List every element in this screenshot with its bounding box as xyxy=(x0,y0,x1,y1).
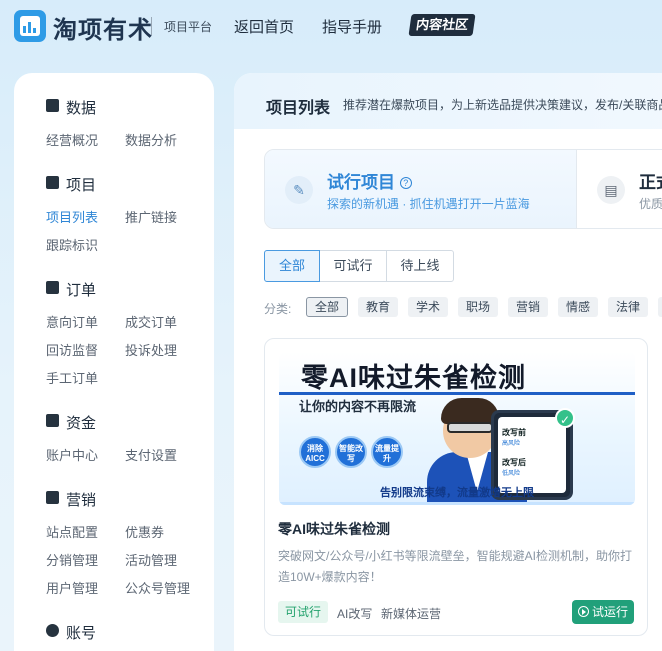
category-workplace[interactable]: 职场 xyxy=(458,297,499,317)
page-description: 推荐潜在爆款项目，为上新选品提供决策建议，发布/关联商品 xyxy=(343,98,662,112)
nav-guide-link[interactable]: 指导手册 xyxy=(322,16,382,37)
help-icon[interactable]: ? xyxy=(399,177,412,189)
sidebar-section-title: 项目 xyxy=(66,177,97,194)
phone-before-sub: 高风险 xyxy=(502,441,521,447)
phone-screen: 改写前 高风险 改写后 低风险 xyxy=(498,417,566,493)
trial-run-button[interactable]: 试运行 xyxy=(572,600,634,624)
category-emotion[interactable]: 情感 xyxy=(558,297,599,317)
sidebar-item[interactable]: 活动管理 xyxy=(125,550,177,569)
edit-icon: ✎ xyxy=(285,176,313,204)
chart-icon xyxy=(46,99,59,112)
tab-formal-subtitle: 优质 xyxy=(639,197,662,211)
tab-trial-title: 试行项目 ? xyxy=(327,168,412,193)
sidebar-item[interactable]: 项目列表 xyxy=(46,207,98,226)
card-description: 突破网文/公众号/小红书等限流壁垒，智能规避AI检测机制，助你打造10W+爆款内… xyxy=(278,549,633,584)
sidebar-item[interactable]: 跟踪标识 xyxy=(46,235,98,254)
trial-run-label: 试运行 xyxy=(591,605,628,619)
project-type-tabs: ✎ 试行项目 ? 探索的新机遇 · 抓住机遇打开一片蓝海 ▤ 正式 优质 xyxy=(264,149,662,229)
filter-trialable[interactable]: 可试行 xyxy=(319,250,387,282)
sidebar-item[interactable]: 投诉处理 xyxy=(125,340,177,359)
filter-upcoming[interactable]: 待上线 xyxy=(386,250,454,282)
sidebar-section-title: 订单 xyxy=(66,282,97,299)
sidebar-item[interactable]: 站点配置 xyxy=(46,522,98,541)
sidebar-item[interactable]: 手工订单 xyxy=(46,368,98,387)
sidebar-item[interactable]: 账户中心 xyxy=(46,445,98,464)
sidebar-section-title: 营销 xyxy=(66,492,97,509)
folder-icon: ▤ xyxy=(597,176,625,204)
project-banner-image[interactable]: 零AI味过朱雀检测 让你的内容不再限流 消除AICC 智能改写 流量提升 改写前… xyxy=(279,352,635,505)
sidebar-item[interactable]: 意向订单 xyxy=(46,312,98,331)
status-badge: 可试行 xyxy=(278,601,329,623)
banner-subline: 让你的内容不再限流 xyxy=(299,399,417,414)
banner-bubble-1: 消除AICC xyxy=(299,436,331,468)
sidebar-section-title: 账号 xyxy=(66,625,97,642)
phone-after-sub: 低风险 xyxy=(502,471,521,477)
category-label: 分类: xyxy=(264,302,292,316)
sidebar-section-title: 数据 xyxy=(66,100,97,117)
sidebar-item[interactable]: 用户管理 xyxy=(46,578,98,597)
category-academic[interactable]: 学术 xyxy=(408,297,449,317)
tab-trial-projects[interactable]: ✎ 试行项目 ? 探索的新机遇 · 抓住机遇打开一片蓝海 xyxy=(265,150,576,228)
sidebar-item[interactable]: 优惠券 xyxy=(125,522,164,541)
book-icon xyxy=(46,176,59,189)
check-icon: ✓ xyxy=(555,408,575,428)
sidebar-item[interactable]: 回访监督 xyxy=(46,340,98,359)
sidebar-item[interactable]: 成交订单 xyxy=(125,312,177,331)
community-badge[interactable]: 内容社区 xyxy=(408,14,476,36)
card-tag: 新媒体运营 xyxy=(381,607,442,621)
banner-headline: 零AI味过朱雀检测 xyxy=(301,363,526,393)
tab-trial-subtitle: 探索的新机遇 · 抓住机遇打开一片蓝海 xyxy=(327,197,530,211)
play-icon xyxy=(577,606,589,617)
sidebar-item[interactable]: 经营概况 xyxy=(46,130,98,149)
banner-footer: 告别限流束缚，流量激增无上限 xyxy=(380,487,534,499)
card-tag: AI改写 xyxy=(337,607,373,621)
category-marketing[interactable]: 营销 xyxy=(508,297,549,317)
sidebar-section-title: 资金 xyxy=(66,415,97,432)
sidebar xyxy=(14,73,214,651)
wallet-icon xyxy=(46,414,59,427)
tab-formal-title: 正式 xyxy=(639,173,662,192)
page-title: 项目列表 xyxy=(266,100,331,117)
sidebar-item[interactable]: 推广链接 xyxy=(125,207,177,226)
tab-formal-projects[interactable]: ▤ 正式 优质 xyxy=(577,150,662,228)
category-more[interactable] xyxy=(658,297,662,317)
banner-bottom-line xyxy=(279,502,635,505)
card-title[interactable]: 零AI味过朱雀检测 xyxy=(278,519,390,539)
banner-rule xyxy=(279,392,635,395)
phone-after-label: 改写后 xyxy=(502,458,526,467)
project-card[interactable]: 零AI味过朱雀检测 让你的内容不再限流 消除AICC 智能改写 流量提升 改写前… xyxy=(264,338,648,636)
gift-icon xyxy=(46,491,59,504)
sidebar-item[interactable]: 公众号管理 xyxy=(125,578,190,597)
phone-before-label: 改写前 xyxy=(502,428,526,437)
category-all[interactable]: 全部 xyxy=(306,297,349,317)
platform-label: 项目平台 xyxy=(164,20,213,34)
banner-bubble-2: 智能改写 xyxy=(335,436,367,468)
brand-divider xyxy=(151,17,152,35)
top-nav: 淘项有术 项目平台 返回首页 指导手册 内容社区 xyxy=(0,0,662,52)
user-icon xyxy=(46,624,59,637)
brand-name[interactable]: 淘项有术 xyxy=(53,10,153,45)
sidebar-item[interactable]: 支付设置 xyxy=(125,445,177,464)
banner-bubble-3: 流量提升 xyxy=(371,436,403,468)
main-header: 项目列表 推荐潜在爆款项目，为上新选品提供决策建议，发布/关联商品 xyxy=(234,73,662,129)
glasses-icon xyxy=(447,422,493,433)
logo-icon[interactable] xyxy=(14,10,46,42)
sidebar-item[interactable]: 分销管理 xyxy=(46,550,98,569)
order-icon xyxy=(46,281,59,294)
filter-all[interactable]: 全部 xyxy=(264,250,320,282)
sidebar-item[interactable]: 数据分析 xyxy=(125,130,177,149)
nav-home-link[interactable]: 返回首页 xyxy=(234,16,294,37)
category-law[interactable]: 法律 xyxy=(608,297,649,317)
category-education[interactable]: 教育 xyxy=(358,297,399,317)
